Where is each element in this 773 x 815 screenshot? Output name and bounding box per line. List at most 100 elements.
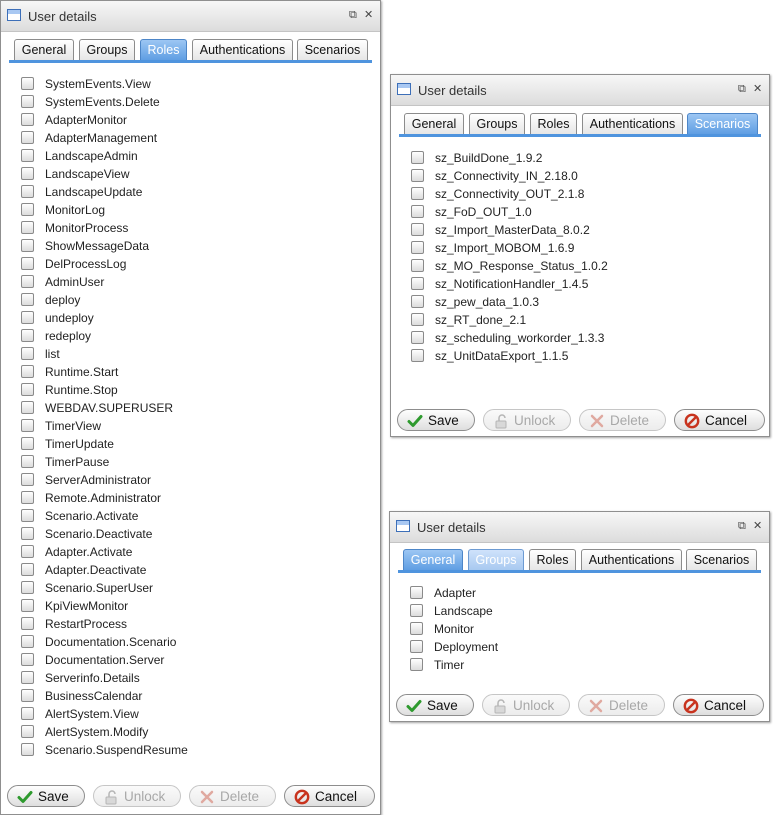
checkbox[interactable] <box>21 203 34 216</box>
tab-scenarios[interactable]: Scenarios <box>687 113 758 134</box>
checkbox[interactable] <box>21 383 34 396</box>
checkbox[interactable] <box>410 586 423 599</box>
restore-icon[interactable]: ⧉ <box>738 520 746 532</box>
checkbox[interactable] <box>21 545 34 558</box>
checkbox[interactable] <box>21 275 34 288</box>
checkbox[interactable] <box>21 329 34 342</box>
checkbox[interactable] <box>21 401 34 414</box>
checkbox[interactable] <box>21 509 34 522</box>
delete-icon <box>590 414 604 428</box>
cancel-icon <box>683 698 699 714</box>
checkbox[interactable] <box>21 527 34 540</box>
checkbox[interactable] <box>411 349 424 362</box>
checkbox[interactable] <box>21 293 34 306</box>
tab-general[interactable]: General <box>403 549 463 570</box>
item-label: Documentation.Server <box>45 653 165 667</box>
checkbox[interactable] <box>411 151 424 164</box>
checkbox[interactable] <box>21 635 34 648</box>
checkbox[interactable] <box>21 581 34 594</box>
unlock-button[interactable]: Unlock <box>483 409 571 431</box>
checkbox[interactable] <box>21 455 34 468</box>
unlock-button[interactable]: Unlock <box>482 694 570 716</box>
tab-groups[interactable]: Groups <box>469 113 525 134</box>
checkbox[interactable] <box>21 689 34 702</box>
cancel-label: Cancel <box>705 413 748 428</box>
checkbox[interactable] <box>21 653 34 666</box>
dialog-titlebar[interactable]: User details ⧉ ✕ <box>390 512 769 543</box>
checkbox[interactable] <box>21 419 34 432</box>
checkbox[interactable] <box>21 617 34 630</box>
close-icon[interactable]: ✕ <box>753 83 762 95</box>
checkbox[interactable] <box>21 185 34 198</box>
checkbox[interactable] <box>21 563 34 576</box>
tab-general[interactable]: General <box>14 39 74 60</box>
checkbox[interactable] <box>410 622 423 635</box>
checkbox[interactable] <box>21 365 34 378</box>
checkbox[interactable] <box>21 707 34 720</box>
checkbox[interactable] <box>411 187 424 200</box>
item-label: DelProcessLog <box>45 257 127 271</box>
tab-authentications[interactable]: Authentications <box>582 113 683 134</box>
save-button[interactable]: Save <box>396 694 474 716</box>
dialog-title: User details <box>417 520 486 535</box>
item-label: AdminUser <box>45 275 105 289</box>
tab-scenarios[interactable]: Scenarios <box>686 549 757 570</box>
cancel-button[interactable]: Cancel <box>673 694 764 716</box>
item-label: deploy <box>45 293 81 307</box>
close-icon[interactable]: ✕ <box>753 520 762 532</box>
tab-roles[interactable]: Roles <box>530 113 577 134</box>
checkbox[interactable] <box>411 241 424 254</box>
checkbox[interactable] <box>411 295 424 308</box>
checkbox[interactable] <box>21 311 34 324</box>
tab-authentications[interactable]: Authentications <box>581 549 682 570</box>
restore-icon[interactable]: ⧉ <box>738 83 746 95</box>
dialog-titlebar[interactable]: User details ⧉ ✕ <box>1 1 380 32</box>
tab-general[interactable]: General <box>404 113 464 134</box>
delete-button[interactable]: Delete <box>579 409 666 431</box>
delete-button[interactable]: Delete <box>189 785 276 807</box>
cancel-button[interactable]: Cancel <box>284 785 375 807</box>
checkbox[interactable] <box>21 221 34 234</box>
unlock-button[interactable]: Unlock <box>93 785 181 807</box>
checkbox[interactable] <box>21 491 34 504</box>
tab-roles[interactable]: Roles <box>529 549 576 570</box>
checkbox[interactable] <box>411 277 424 290</box>
delete-button[interactable]: Delete <box>578 694 665 716</box>
dialog-titlebar[interactable]: User details ⧉ ✕ <box>391 75 769 106</box>
checkbox[interactable] <box>21 77 34 90</box>
tab-roles[interactable]: Roles <box>140 39 187 60</box>
checkbox[interactable] <box>21 437 34 450</box>
save-button[interactable]: Save <box>7 785 85 807</box>
checkbox[interactable] <box>21 725 34 738</box>
checkbox[interactable] <box>21 671 34 684</box>
cancel-button[interactable]: Cancel <box>674 409 765 431</box>
checkbox[interactable] <box>21 743 34 756</box>
checkbox[interactable] <box>411 259 424 272</box>
tab-authentications[interactable]: Authentications <box>192 39 293 60</box>
checkbox[interactable] <box>21 131 34 144</box>
tab-groups[interactable]: Groups <box>468 549 524 570</box>
save-button[interactable]: Save <box>397 409 475 431</box>
checkbox[interactable] <box>410 658 423 671</box>
checkbox[interactable] <box>21 599 34 612</box>
checkbox[interactable] <box>21 149 34 162</box>
cancel-label: Cancel <box>315 789 358 804</box>
checkbox[interactable] <box>21 113 34 126</box>
close-icon[interactable]: ✕ <box>364 9 373 21</box>
tab-groups[interactable]: Groups <box>79 39 135 60</box>
checkbox[interactable] <box>411 223 424 236</box>
checkbox[interactable] <box>21 239 34 252</box>
tab-scenarios[interactable]: Scenarios <box>297 39 368 60</box>
checkbox[interactable] <box>411 331 424 344</box>
checkbox[interactable] <box>21 257 34 270</box>
checkbox[interactable] <box>410 640 423 653</box>
checkbox[interactable] <box>21 473 34 486</box>
restore-icon[interactable]: ⧉ <box>349 9 357 21</box>
checkbox[interactable] <box>410 604 423 617</box>
checkbox[interactable] <box>21 347 34 360</box>
checkbox[interactable] <box>411 205 424 218</box>
checkbox[interactable] <box>411 313 424 326</box>
checkbox[interactable] <box>21 95 34 108</box>
checkbox[interactable] <box>21 167 34 180</box>
checkbox[interactable] <box>411 169 424 182</box>
